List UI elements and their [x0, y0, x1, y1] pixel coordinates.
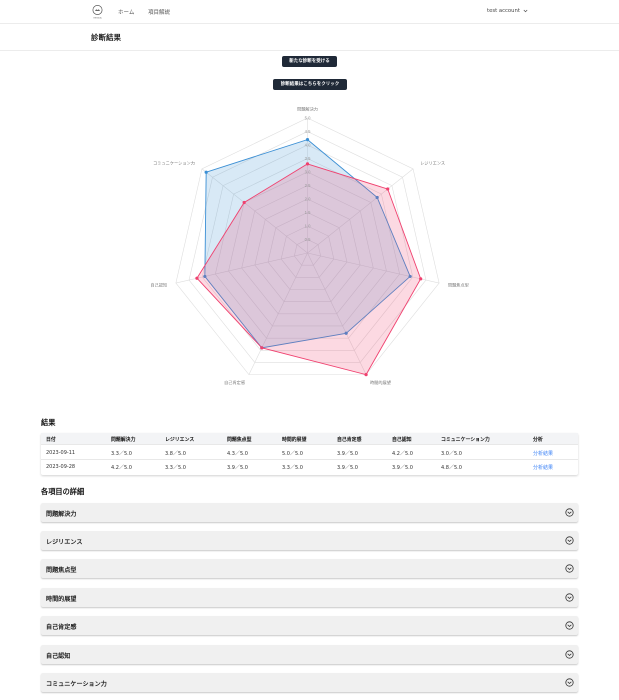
accordion-label: 自己認知 [46, 653, 71, 660]
results-table: 日付 問題解決力 レジリエンス 問題焦点型 時間的展望 自己肯定感 自己認知 コミュニケーショ… [41, 433, 578, 475]
radar-axis-label: レジリエンス [420, 161, 445, 166]
row-divider [41, 444, 578, 445]
col-header-communication: コミュニケーション力 [441, 437, 490, 443]
accordion-item[interactable]: 問題焦点型 [41, 559, 578, 578]
table-cell-self-awareness: 4.2／5.0 [392, 451, 413, 457]
table-cell-date: 2023-09-28 [46, 464, 76, 470]
radar-tick-label: 3.0 [305, 170, 311, 175]
radar-tick-label: 2.0 [305, 197, 311, 202]
table-cell-time-perspective: 5.0／5.0 [282, 451, 303, 457]
radar-axis-label: 問題解決力 [297, 106, 318, 113]
radar-tick-label: 2.5 [305, 183, 311, 188]
chevron-down-circle-icon[interactable] [565, 564, 574, 573]
radar-point [305, 162, 310, 166]
col-header-resilience: レジリエンス [165, 437, 195, 443]
table-cell-problem-solving: 3.3／5.0 [111, 451, 132, 457]
table-cell-time-perspective: 3.3／5.0 [282, 465, 303, 471]
accordion-label: レジリエンス [46, 539, 83, 546]
chevron-down-circle-icon[interactable] [565, 678, 574, 687]
radar-tick-label: 1.0 [305, 224, 311, 229]
row-divider [41, 459, 578, 460]
radar-axis-label: コミュニケーション力 [153, 160, 195, 167]
accordion-label: コミュニケーション力 [46, 681, 107, 688]
chevron-down-circle-icon[interactable] [565, 621, 574, 630]
radar-tick-label: 1.5 [305, 210, 311, 215]
accordion-item[interactable]: レジリエンス [41, 531, 578, 550]
table-cell-problem-focus: 3.9／5.0 [227, 465, 248, 471]
chevron-down-circle-icon[interactable] [565, 650, 574, 659]
radar-tick-label: 3.5 [305, 156, 311, 161]
results-heading: 結果 [41, 418, 56, 427]
radar-tick-label: 5.0 [305, 116, 311, 121]
table-cell-date: 2023-09-11 [46, 450, 76, 456]
accordion-item[interactable]: 自己認知 [41, 645, 578, 664]
chevron-down-circle-icon[interactable] [565, 536, 574, 545]
analysis-link[interactable]: 分析結果 [533, 450, 553, 457]
table-cell-communication: 3.0／5.0 [441, 451, 462, 457]
radar-point [242, 200, 246, 205]
radar-axis-label: 問題焦点型 [448, 282, 469, 289]
radar-point [364, 373, 368, 377]
accordion-item[interactable]: 時間的展望 [41, 588, 578, 607]
radar-axis-label: 時間的展望 [370, 379, 391, 386]
col-header-problem-focus: 問題焦点型 [227, 437, 252, 443]
table-cell-resilience: 3.3／5.0 [165, 465, 186, 471]
accordion-label: 時間的展望 [46, 596, 77, 603]
table-cell-resilience: 3.8／5.0 [165, 451, 186, 457]
col-header-self-awareness: 自己認知 [392, 437, 412, 443]
radar-point [195, 276, 199, 280]
accordion-item[interactable]: 自己肯定感 [41, 616, 578, 635]
col-header-problem-solving: 問題解決力 [111, 437, 136, 443]
accordion-item[interactable]: 問題解決力 [41, 503, 578, 522]
table-cell-problem-focus: 4.3／5.0 [227, 451, 248, 457]
analysis-link[interactable]: 分析結果 [533, 464, 553, 471]
chevron-down-circle-icon[interactable] [565, 508, 574, 517]
col-header-time-perspective: 時間的展望 [282, 437, 307, 443]
accordion-label: 問題焦点型 [46, 567, 77, 574]
accordion-label: 自己肯定感 [46, 624, 77, 631]
radar-axis-label: 自己肯定感 [224, 379, 245, 386]
radar-tick-label: 4.0 [305, 143, 311, 148]
radar-point [305, 138, 310, 142]
radar-point [419, 277, 423, 281]
col-header-self-esteem: 自己肯定感 [337, 437, 362, 443]
table-cell-problem-solving: 4.2／5.0 [111, 465, 132, 471]
radar-point [204, 170, 208, 174]
table-cell-self-esteem: 3.9／5.0 [337, 451, 358, 457]
col-header-analysis: 分析 [533, 437, 543, 443]
details-heading: 各項目の詳細 [41, 487, 85, 496]
accordion-item[interactable]: コミュニケーション力 [41, 673, 578, 692]
radar-point [260, 346, 264, 350]
chevron-down-circle-icon[interactable] [565, 593, 574, 602]
radar-tick-label: 4.5 [305, 129, 311, 134]
radar-tick-label: 0.5 [305, 237, 311, 242]
radar-point [386, 187, 390, 191]
table-cell-communication: 4.8／5.0 [441, 465, 462, 471]
radar-chart: 0.5 1.0 1.5 2.0 2.5 3.0 3.5 4.0 4.5 5.0 問題解決力レジリエン… [150, 106, 469, 387]
col-header-date: 日付 [46, 437, 56, 443]
radar-axis-label: 自己認知 [150, 282, 167, 289]
accordion-label: 問題解決力 [46, 511, 77, 518]
table-cell-self-esteem: 3.9／5.0 [337, 465, 358, 471]
table-cell-self-awareness: 3.9／5.0 [392, 465, 413, 471]
